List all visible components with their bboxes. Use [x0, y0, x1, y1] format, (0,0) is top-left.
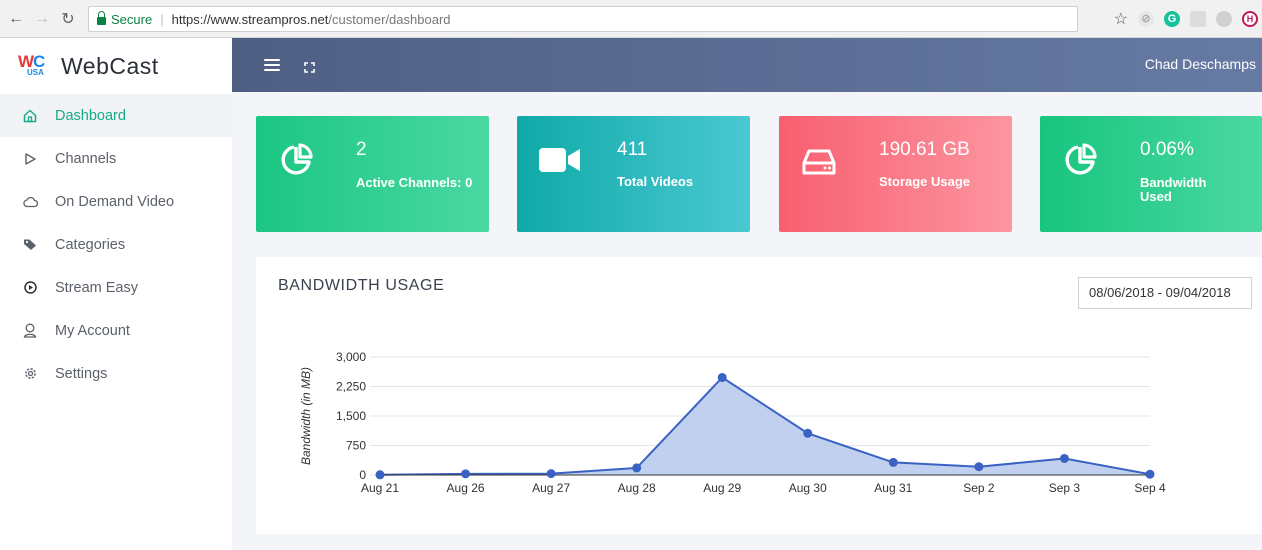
bandwidth-chart: 3,000 2,250 1,500 750 0 Bandwidth (in MB) Aug …	[299, 350, 1166, 495]
fullscreen-icon[interactable]	[304, 60, 315, 73]
sidebar-item-my-account[interactable]: My Account	[0, 309, 232, 352]
x-tick-label: Sep 2	[963, 481, 995, 495]
play-circle-icon	[22, 280, 38, 296]
data-point	[632, 463, 642, 473]
address-divider: |	[160, 11, 164, 27]
hard-drive-icon	[801, 142, 837, 178]
sidebar-item-dashboard[interactable]: Dashboard	[0, 94, 232, 137]
cloud-icon	[22, 194, 38, 210]
y-tick-label: 0	[359, 468, 366, 482]
x-tick-label: Aug 21	[361, 481, 399, 495]
user-icon	[22, 323, 38, 339]
data-point	[546, 469, 556, 479]
play-outline-icon	[22, 151, 38, 167]
gear-icon	[22, 366, 38, 382]
url-host: https://www.streampros.net	[171, 11, 329, 27]
reload-icon[interactable]: ↻	[58, 9, 78, 29]
stat-value: 0.06%	[1140, 139, 1194, 160]
stat-card-storage-usage: 190.61 GB Storage Usage	[779, 116, 1012, 232]
grammarly-icon[interactable]: G	[1164, 11, 1180, 27]
stat-card-active-channels: 2 Active Channels: 0	[256, 116, 489, 232]
url-path: /customer/dashboard	[328, 11, 451, 27]
sidebar-item-on-demand-video[interactable]: On Demand Video	[0, 180, 232, 223]
brand-name: WebCast	[61, 52, 159, 79]
sidebar-item-stream-easy[interactable]: Stream Easy	[0, 266, 232, 309]
sidebar-item-label: On Demand Video	[55, 193, 175, 210]
stat-value: 2	[356, 139, 367, 160]
back-arrow-icon[interactable]: ←	[6, 10, 26, 28]
video-camera-icon	[539, 142, 580, 178]
forward-arrow-icon[interactable]: →	[32, 10, 52, 28]
data-point	[717, 372, 727, 382]
sidebar-item-channels[interactable]: Channels	[0, 137, 232, 180]
webcast-logo: WC USA	[18, 52, 45, 77]
browser-toolbar: ← → ↻ Secure | https://www.streampros.ne…	[0, 0, 1262, 38]
brand[interactable]: WC USA WebCast	[0, 38, 232, 94]
sidebar-item-categories[interactable]: Categories	[0, 223, 232, 266]
y-axis-label: Bandwidth (in MB)	[299, 367, 313, 465]
sidebar: WC USA WebCast Dashboard Channels On Dem…	[0, 38, 232, 550]
data-point	[375, 470, 385, 480]
sidebar-item-label: My Account	[55, 322, 130, 339]
x-tick-label: Sep 4	[1134, 481, 1166, 495]
stat-label: Total Videos	[617, 174, 694, 189]
sidebar-item-settings[interactable]: Settings	[0, 352, 232, 395]
hola-icon[interactable]: H	[1242, 11, 1258, 27]
pie-chart-icon	[1062, 142, 1098, 178]
address-bar[interactable]: Secure | https://www.streampros.net/cust…	[88, 6, 1078, 32]
tags-icon	[22, 237, 38, 253]
lock-icon	[97, 11, 106, 25]
extension-icons: ☆ ⊘ G H	[1114, 9, 1262, 29]
sidebar-item-label: Settings	[55, 365, 108, 382]
pie-chart-icon	[278, 142, 314, 178]
sidebar-item-label: Stream Easy	[55, 279, 138, 296]
stat-card-bandwidth-used: 0.06% Bandwidth Used	[1040, 116, 1262, 232]
data-point	[1145, 469, 1155, 479]
bookmark-star-icon[interactable]: ☆	[1114, 9, 1128, 29]
y-tick-label: 1,500	[336, 409, 366, 423]
y-tick-label: 750	[346, 439, 366, 453]
globe-icon[interactable]	[1216, 11, 1232, 27]
x-tick-label: Sep 3	[1049, 481, 1081, 495]
stat-label: Bandwidth Used	[1140, 175, 1207, 204]
x-tick-label: Aug 28	[618, 481, 656, 495]
x-tick-label: Aug 26	[447, 481, 485, 495]
sidebar-item-label: Channels	[55, 150, 117, 167]
data-point	[803, 428, 813, 438]
data-point	[888, 457, 898, 467]
stat-value: 190.61 GB	[879, 139, 970, 160]
stat-value: 411	[617, 139, 648, 160]
x-tick-label: Aug 29	[703, 481, 741, 495]
sidebar-item-label: Categories	[55, 236, 126, 253]
sidebar-item-label: Dashboard	[55, 107, 126, 124]
data-point	[1059, 453, 1069, 463]
stat-label: Storage Usage	[879, 174, 971, 189]
extension-icon[interactable]	[1190, 11, 1206, 27]
extension-icon[interactable]: ⊘	[1138, 11, 1154, 27]
bandwidth-usage-panel: BANDWIDTH USAGE 08/06/2018 - 09/04/2018 …	[256, 257, 1262, 534]
home-icon	[22, 108, 38, 124]
y-tick-label: 3,000	[336, 350, 366, 364]
menu-toggle-icon[interactable]	[264, 59, 280, 71]
x-tick-label: Aug 30	[789, 481, 827, 495]
data-point	[974, 462, 984, 472]
stat-label: Active Channels: 0	[356, 175, 473, 190]
stat-card-total-videos: 411 Total Videos	[517, 116, 750, 232]
x-tick-label: Aug 31	[874, 481, 912, 495]
x-tick-label: Aug 27	[532, 481, 570, 495]
data-point	[461, 469, 471, 479]
secure-indicator[interactable]: Secure	[97, 11, 152, 27]
y-tick-label: 2,250	[336, 380, 366, 394]
top-header: Chad Deschamps	[232, 38, 1262, 92]
user-menu[interactable]: Chad Deschamps	[1145, 56, 1256, 72]
